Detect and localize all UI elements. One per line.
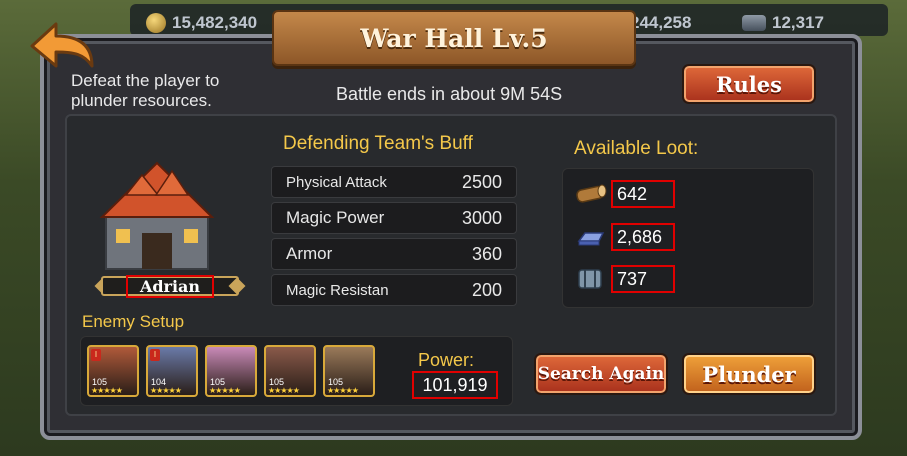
hero-stars: ★★★★★ [209,386,241,395]
battle-timer: Battle ends in about 9M 54S [336,84,563,104]
page-title: War Hall Lv.5 [360,23,548,53]
buff-value: 360 [471,243,502,264]
buff-row: Armor 360 [271,238,517,270]
wood-log-icon [576,184,607,203]
enemy-name: Adrian [125,274,215,298]
buff-label: Magic Resistan [286,281,389,299]
buff-row: Magic Power 3000 [271,202,517,234]
loot-title: Available Loot: [574,138,699,159]
metal-barrel-icon [578,269,602,289]
rules-button[interactable]: Rules [682,64,816,104]
plunder-button[interactable]: Plunder [682,353,816,395]
power-label: Power: [418,350,475,370]
iron-ingot-icon [577,232,605,246]
buff-label: Physical Attack [286,173,387,191]
gold-amount: 15,482,340 [172,13,258,32]
hero-portrait[interactable]: I 105 ★★★★★ [87,345,139,397]
buff-value: 2500 [461,171,502,192]
loot-iron-amount: 2,686 [611,223,675,251]
hero-stars: ★★★★★ [91,386,123,395]
buff-row: Physical Attack 2500 [271,166,517,198]
buff-value: 3000 [461,207,502,228]
loot-barrel-amount: 737 [611,265,675,293]
loot-wood-amount: 642 [611,180,675,208]
title-banner: War Hall Lv.5 [272,10,636,66]
resource-2: 244,258 [630,13,691,33]
resource-3: 12,317 [742,13,824,33]
hero-stars: ★★★★★ [150,386,182,395]
loot-row-wood: 642 [575,180,675,208]
search-again-button[interactable]: Search Again [534,353,668,395]
barrel-icon [742,15,766,31]
buff-label: Armor [286,244,333,263]
loot-row-iron: 2,686 [575,223,675,251]
gold-coin-icon [146,13,166,33]
enemy-name-plate: Adrian [94,271,246,301]
hero-stars: ★★★★★ [268,386,300,395]
hero-portrait[interactable]: I 104 ★★★★★ [146,345,198,397]
loot-row-barrel: 737 [575,265,675,293]
war-hall-building-icon [99,161,215,270]
hero-stars: ★★★★★ [327,386,359,395]
enemy-setup-title: Enemy Setup [82,312,185,331]
resource-2-amount: 244,258 [630,13,692,32]
buff-value: 200 [471,279,502,300]
power-value: 101,919 [412,371,498,399]
hero-portrait[interactable]: 105 ★★★★★ [264,345,316,397]
buff-row: Magic Resistan 200 [271,274,517,306]
resource-3-amount: 12,317 [772,13,824,32]
back-arrow-icon[interactable] [22,16,100,76]
gold-resource: 15,482,340 [146,13,257,33]
instructions-text: Defeat the player to plunder resources. [71,71,220,110]
hero-portrait[interactable]: 105 ★★★★★ [323,345,375,397]
buff-title: Defending Team's Buff [283,133,473,154]
hero-portrait[interactable]: 105 ★★★★★ [205,345,257,397]
buff-label: Magic Power [286,208,385,227]
